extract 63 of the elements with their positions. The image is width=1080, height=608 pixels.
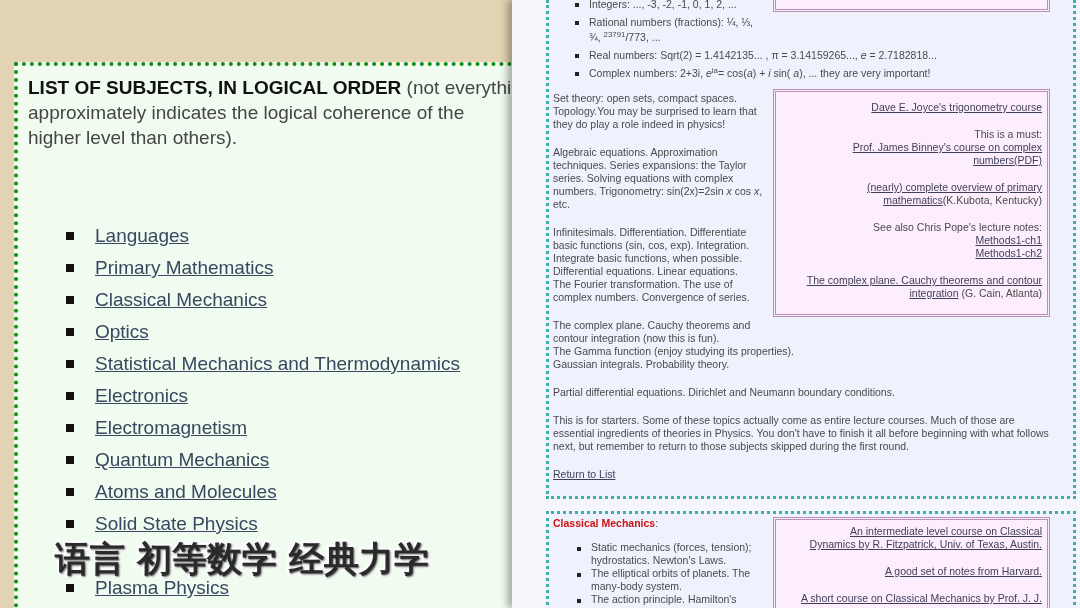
paragraph: This is for starters. Some of these topics actually come as entire lecture courses. Much of those are essential ingredients of theories in Physics. You don't have to finish it all before beginning with what follows next, but remember to return to those subjects skipped during the first round. <box>553 414 1050 453</box>
subject-link[interactable]: Statistical Mechanics and Thermodynamics <box>95 353 461 375</box>
link[interactable]: A good set of notes from Harvard. <box>885 565 1042 577</box>
paragraph: The complex plane. Cauchy theorems and contour integration (now this is fun). The Gamma function (enjoy studying its properties). Gaussian integrals. Probability theory. <box>553 319 796 371</box>
list-item-text: The elliptical orbits of planets. The many-body system. <box>591 567 751 593</box>
link[interactable]: Methods1-ch1 <box>975 234 1042 246</box>
paragraph: Set theory: open sets, compact spaces. Topology.You may be surprised to learn that they do play a role indeed in physics! <box>553 92 758 131</box>
square-bullet-icon <box>66 424 74 432</box>
link[interactable]: Dynamics by R. Fitzpatrick, Univ. of Texas, Austin. <box>809 538 1042 550</box>
intro-paragraph: LIST OF SUBJECTS, IN LOGICAL ORDER (not everythi approximately indicates the logical coherence of the higher level than others). <box>28 76 512 150</box>
square-bullet-icon <box>66 328 74 336</box>
square-bullet-icon <box>577 599 581 603</box>
list-item-text: The action principle. Hamilton's <box>591 593 737 606</box>
link[interactable]: numbers(PDF) <box>973 154 1042 166</box>
return-link[interactable]: Return to List <box>553 468 616 480</box>
subject-link[interactable]: Plasma Physics <box>95 577 230 599</box>
link[interactable]: The complex plane. Cauchy theorems and contour <box>806 274 1042 286</box>
square-bullet-icon <box>66 296 74 304</box>
square-bullet-icon <box>66 264 74 272</box>
square-bullet-icon <box>66 392 74 400</box>
note-text: (G. Cain, Atlanta) <box>960 287 1042 299</box>
square-bullet-icon <box>577 573 581 577</box>
square-bullet-icon <box>577 547 581 551</box>
subject-link[interactable]: Optics <box>95 321 149 343</box>
subject-link[interactable]: Atoms and Molecules <box>95 481 277 503</box>
link[interactable]: A short course on Classical Mechanics by Prof. J. J. <box>801 592 1042 604</box>
link[interactable]: Dave E. Joyce's trigonometry course <box>871 101 1042 113</box>
subject-link[interactable]: Electronics <box>95 385 188 407</box>
link[interactable]: Prof. James Binney's course on complex <box>852 141 1042 153</box>
subject-link[interactable]: Classical Mechanics <box>95 289 268 311</box>
square-bullet-icon <box>575 72 579 76</box>
list-item-text: Rational numbers (fractions): ¼, ⅓, ¾, $^{23791}$/773, ... <box>589 15 753 45</box>
paragraph: Algebraic equations. Approximation techniques. Series expansions: the Taylor series. Solving equations with complex numbers. Trigonometry: sin(2x)=2sin x cos x, etc. <box>553 146 764 211</box>
square-bullet-icon <box>66 520 74 528</box>
square-bullet-icon <box>575 3 579 7</box>
square-bullet-icon <box>66 456 74 464</box>
note-text: See also Chris Pope's lecture notes: <box>873 221 1042 233</box>
list-item-text: Static mechanics (forces, tension); hydrostatics. Newton's Laws. <box>591 541 752 567</box>
subject-link[interactable]: Solid State Physics <box>95 513 258 535</box>
link[interactable]: integration <box>909 287 959 299</box>
subject-link[interactable]: Electromagnetism <box>95 417 248 439</box>
list-item-text: Integers: ..., -3, -2, -1, 0, 1, 2, ... <box>589 0 737 12</box>
subject-link[interactable]: Primary Mathematics <box>95 257 274 279</box>
section-heading: Classical Mechanics: <box>553 517 660 530</box>
square-bullet-icon <box>575 21 579 25</box>
link[interactable]: mathematics <box>883 194 943 206</box>
link[interactable]: Methods1-ch2 <box>975 247 1042 259</box>
square-bullet-icon <box>66 584 74 592</box>
link[interactable]: An intermediate level course on Classical <box>850 525 1042 537</box>
subject-link[interactable]: Quantum Mechanics <box>95 449 270 471</box>
list-item-text: Complex numbers: 2+3i, e$^{ia}$= cos(a) + i sin( a), ... they are very important! <box>589 66 931 81</box>
note-text: This is a must: <box>974 128 1042 140</box>
subtitle-caption: 语言 初等数学 经典力学 <box>55 540 430 578</box>
square-bullet-icon <box>66 232 74 240</box>
link[interactable]: (nearly) complete overview of primary <box>866 181 1042 193</box>
square-bullet-icon <box>66 360 74 368</box>
square-bullet-icon <box>66 488 74 496</box>
note-text: (K.Kubota, Kentucky) <box>942 194 1042 206</box>
list-item-text: Real numbers: Sqrt(2) = 1.4142135... , π = 3.14159265..., e = 2.7182818... <box>589 48 937 63</box>
paragraph: Partial differential equations. Dirichlet and Neumann boundary conditions. <box>553 386 896 399</box>
subject-link[interactable]: Languages <box>95 225 190 247</box>
square-bullet-icon <box>575 54 579 58</box>
paragraph: Infinitesimals. Differentiation. Differentiate basic functions (sin, cos, exp). Integration. Integrate basic functions, when possible. Differential equations. Linear equations. The Fourier transformation. The use of complex numbers. Convergence of series. <box>553 226 751 304</box>
